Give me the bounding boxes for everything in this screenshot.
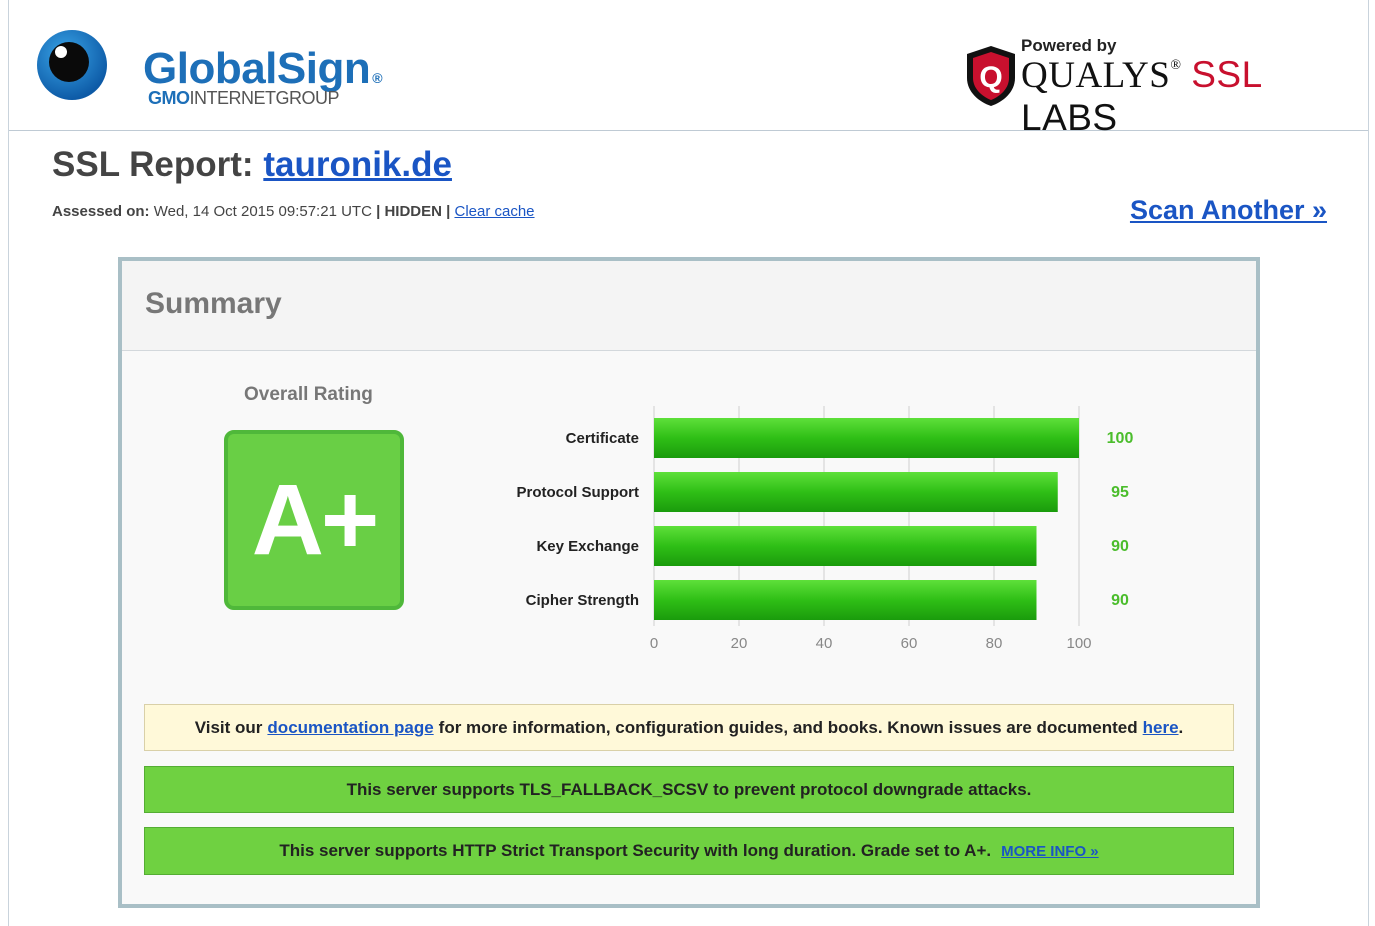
hidden-flag: | HIDDEN | <box>376 203 451 220</box>
x-tick-label: 20 <box>731 635 748 652</box>
score-value-label: 90 <box>1111 538 1129 555</box>
x-tick-label: 0 <box>650 635 658 652</box>
assessed-line: Assessed on: Wed, 14 Oct 2015 09:57:21 U… <box>52 203 535 220</box>
gmo-subtitle: GMOINTERNETGROUP <box>148 88 340 108</box>
qualys-wordmark: QUALYS® SSL LABS <box>1021 54 1263 138</box>
score-value-label: 90 <box>1111 592 1129 609</box>
rating-chart: 0 20 40 60 80 100 Certificate 100 Protocol Suppo… <box>517 406 1134 652</box>
hsts-notice: This server supports HTTP Strict Transpo… <box>144 827 1234 875</box>
category-label: Certificate <box>566 430 639 447</box>
fallback-scsv-notice: This server supports TLS_FALLBACK_SCSV t… <box>144 766 1234 813</box>
score-value-label: 95 <box>1111 484 1129 501</box>
x-tick-label: 100 <box>1066 635 1091 652</box>
qualys-shield-icon: Q <box>967 46 1015 106</box>
score-bar <box>654 580 1037 620</box>
documentation-page-link[interactable]: documentation page <box>267 718 433 738</box>
header: GlobalSign ® GMOINTERNETGROUP Q Powered b… <box>9 0 1368 138</box>
x-tick-label: 60 <box>901 635 918 652</box>
domain-link[interactable]: tauronik.de <box>263 145 452 184</box>
more-info-link[interactable]: MORE INFO » <box>1001 843 1099 860</box>
globalsign-wordmark: GlobalSign ® <box>143 44 383 93</box>
documentation-notice: Visit our documentation page for more in… <box>144 704 1234 751</box>
assessed-label: Assessed on: <box>52 203 150 220</box>
title-prefix: SSL Report: <box>52 145 254 184</box>
x-tick-label: 80 <box>986 635 1003 652</box>
powered-by-label: Powered by <box>1021 36 1117 55</box>
summary-panel: Summary Overall Rating A+ 0 20 40 60 80 100 Ce… <box>118 257 1260 908</box>
score-value-label: 100 <box>1107 430 1134 447</box>
globalsign-eye-icon <box>37 30 107 100</box>
clear-cache-link[interactable]: Clear cache <box>454 203 534 220</box>
category-label: Protocol Support <box>517 484 640 501</box>
category-label: Key Exchange <box>536 538 639 555</box>
x-tick-label: 40 <box>816 635 833 652</box>
qualys-ssl-labs-logo[interactable]: Q Powered by QUALYS® SSL LABS <box>955 34 1345 138</box>
svg-text:Q: Q <box>979 61 1002 94</box>
page-title: SSL Report: tauronik.de <box>52 145 452 185</box>
scan-another-link[interactable]: Scan Another » <box>1130 195 1327 226</box>
category-label: Cipher Strength <box>526 592 639 609</box>
score-bar <box>654 526 1037 566</box>
assessed-date: Wed, 14 Oct 2015 09:57:21 UTC <box>153 203 372 220</box>
known-issues-link[interactable]: here <box>1143 718 1179 738</box>
globalsign-logo[interactable]: GlobalSign ® GMOINTERNETGROUP <box>35 28 383 110</box>
score-bar <box>654 418 1079 458</box>
score-bar <box>654 472 1058 512</box>
